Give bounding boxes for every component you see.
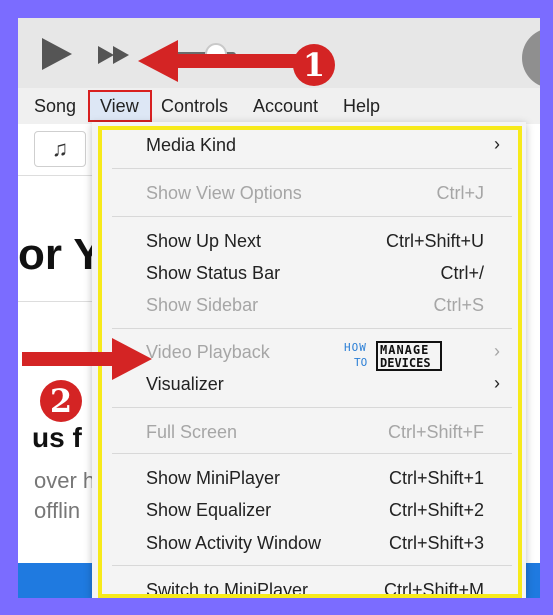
menu-item-show-equalizer[interactable]: Show Equalizer Ctrl+Shift+2 [92,495,526,525]
menu-separator [112,453,512,454]
menu-item-label: Show Activity Window [146,533,322,553]
chevron-right-icon: › [494,134,500,154]
menu-item-shortcut: Ctrl+Shift+2 [388,500,484,520]
menu-item-label: Show MiniPlayer [146,468,281,488]
fast-forward-icon[interactable] [96,44,132,66]
menu-item-shortcut: Ctrl+/ [440,263,484,283]
menu-item-show-miniplayer[interactable]: Show MiniPlayer Ctrl+Shift+1 [92,463,526,493]
menu-separator [112,328,512,329]
chevron-right-icon: › [494,341,500,361]
menu-item-label: Media Kind [146,135,237,155]
menu-item-full-screen: Full Screen Ctrl+Shift+F [92,417,526,447]
chevron-right-icon: › [494,373,500,393]
menu-controls[interactable]: Controls [161,96,228,117]
menu-item-show-view-options: Show View Options Ctrl+J [92,178,526,208]
menu-item-label: Show View Options [146,183,302,203]
section-heading: us f [32,422,82,453]
menu-item-video-playback: Video Playback › [92,337,526,367]
menu-item-show-sidebar: Show Sidebar Ctrl+S [92,290,526,320]
menu-item-label: Visualizer [146,374,224,394]
status-display [522,28,540,88]
menu-view[interactable]: View [100,96,139,117]
menu-item-media-kind[interactable]: Media Kind › [92,130,526,160]
body-text: offlin [34,498,81,523]
menu-item-shortcut: Ctrl+S [433,295,484,315]
menu-item-show-status-bar[interactable]: Show Status Bar Ctrl+/ [92,258,526,288]
menu-item-visualizer[interactable]: Visualizer › [92,369,526,399]
menu-item-shortcut: Ctrl+Shift+1 [388,468,484,488]
arrow-right-icon [22,338,152,380]
menu-item-shortcut: Ctrl+Shift+3 [388,533,484,553]
arrow-left-icon [138,40,296,82]
menu-song[interactable]: Song [34,96,76,117]
menu-item-label: Video Playback [146,342,270,362]
menu-item-label: Show Status Bar [146,263,281,283]
menu-separator [112,168,512,169]
menu-account[interactable]: Account [253,96,318,117]
menu-item-shortcut: Ctrl+Shift+F [387,422,484,442]
menu-item-shortcut: Ctrl+Shift+M [383,580,484,598]
divider [18,301,98,302]
menu-separator [112,565,512,566]
menu-item-label: Switch to MiniPlayer [146,580,309,598]
menu-item-label: Show Up Next [146,231,262,251]
menu-bar: Song View Controls Account Help [18,88,540,124]
menu-item-switch-to-miniplayer[interactable]: Switch to MiniPlayer Ctrl+Shift+M [92,575,526,598]
menu-item-show-up-next[interactable]: Show Up Next Ctrl+Shift+U [92,226,526,256]
menu-item-shortcut: Ctrl+J [436,183,484,203]
step-badge-1: 1 [293,44,335,86]
menu-item-shortcut: Ctrl+Shift+U [385,231,484,251]
music-note-icon: ♫ [51,136,69,161]
step-badge-2: 2 [40,380,82,422]
play-icon[interactable] [38,36,76,72]
body-text: over h [34,468,96,493]
page-heading: or Y [18,230,103,279]
menu-item-label: Full Screen [146,422,238,442]
menu-item-show-activity-window[interactable]: Show Activity Window Ctrl+Shift+3 [92,528,526,558]
itunes-window: Song View Controls Account Help ♫ or Y u… [18,18,540,598]
menu-help[interactable]: Help [343,96,380,117]
menu-item-label: Show Sidebar [146,295,259,315]
menu-separator [112,216,512,217]
view-dropdown-menu: Media Kind › Show View Options Ctrl+J Show U… [92,122,526,598]
menu-separator [112,407,512,408]
media-picker-button[interactable]: ♫ [34,131,86,167]
menu-item-label: Show Equalizer [146,500,272,520]
divider [18,175,98,176]
how-to-manage-devices-logo: HOW TO MANAGE DEVICES [344,341,444,375]
